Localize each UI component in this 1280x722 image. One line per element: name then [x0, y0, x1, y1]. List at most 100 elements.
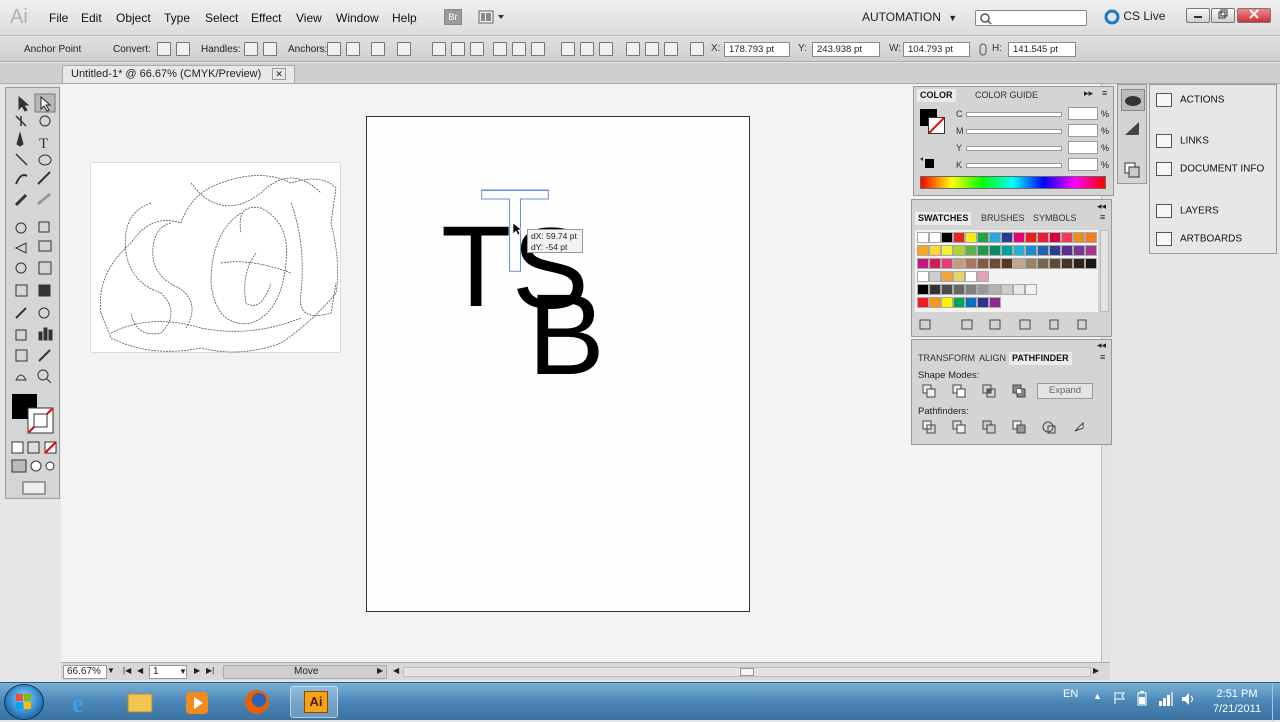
swatch[interactable] — [1049, 245, 1061, 256]
show-handles-icon[interactable] — [244, 42, 258, 56]
connect-anchor-icon[interactable] — [346, 42, 360, 56]
arrange-documents-button[interactable] — [478, 9, 508, 25]
swatch[interactable] — [1037, 245, 1049, 256]
swatch[interactable] — [953, 271, 965, 282]
swatch[interactable] — [953, 297, 965, 308]
trim-icon[interactable] — [952, 420, 966, 434]
swatch[interactable] — [929, 258, 941, 269]
remove-anchor-icon[interactable] — [327, 42, 341, 56]
workspace-switcher[interactable]: AUTOMATION ▼ — [862, 10, 957, 24]
expand-button[interactable]: Expand — [1037, 383, 1093, 399]
swatches-scrollbar[interactable] — [1100, 230, 1109, 312]
distribute-hcenter-icon[interactable] — [645, 42, 659, 56]
swatch[interactable] — [965, 232, 977, 243]
distribute-center-icon[interactable] — [580, 42, 594, 56]
swatch[interactable] — [941, 232, 953, 243]
c-slider[interactable] — [966, 112, 1062, 117]
swatch[interactable] — [1073, 258, 1085, 269]
swatches-footer-icons[interactable] — [918, 318, 1098, 332]
hide-handles-icon[interactable] — [263, 42, 277, 56]
swatch[interactable] — [977, 297, 989, 308]
swatch[interactable] — [941, 245, 953, 256]
swatch[interactable] — [929, 245, 941, 256]
swatch[interactable] — [1049, 232, 1061, 243]
swatch[interactable] — [965, 258, 977, 269]
chevron-down-icon[interactable]: ▼ — [107, 666, 115, 675]
start-button[interactable] — [4, 684, 44, 720]
menu-effect[interactable]: Effect — [251, 11, 281, 25]
swatch[interactable] — [941, 271, 953, 282]
chevron-down-icon[interactable]: ▼ — [179, 667, 187, 676]
search-input[interactable] — [975, 10, 1087, 26]
letter-t[interactable]: T — [441, 210, 511, 325]
swatch[interactable] — [929, 271, 941, 282]
align-middle-icon[interactable] — [512, 42, 526, 56]
tab-color-guide[interactable]: COLOR GUIDE — [972, 89, 1041, 102]
swatch[interactable] — [917, 258, 929, 269]
swatch[interactable] — [1037, 232, 1049, 243]
intersect-icon[interactable] — [982, 384, 996, 398]
swatch[interactable] — [1085, 258, 1097, 269]
swatch[interactable] — [989, 245, 1001, 256]
swatch[interactable] — [1001, 232, 1013, 243]
swatch[interactable] — [1013, 284, 1025, 295]
cut-path-icon[interactable] — [371, 42, 385, 56]
align-top-icon[interactable] — [493, 42, 507, 56]
scroll-thumb[interactable] — [740, 668, 754, 676]
panel-document-info[interactable]: DOCUMENT INFO — [1156, 162, 1264, 176]
swatch[interactable] — [1061, 232, 1073, 243]
placed-image-outline-art[interactable] — [90, 162, 341, 353]
swatch[interactable] — [1025, 232, 1037, 243]
swatch[interactable] — [989, 297, 1001, 308]
height-field[interactable]: 141.545 pt — [1008, 42, 1076, 57]
prev-artboard-icon[interactable]: ◀ — [137, 666, 143, 675]
align-right-icon[interactable] — [470, 42, 484, 56]
swatch[interactable] — [1025, 258, 1037, 269]
first-artboard-icon[interactable]: |◀ — [123, 666, 131, 675]
stroke-swatch[interactable] — [928, 117, 945, 134]
swatch[interactable] — [965, 245, 977, 256]
swatch[interactable] — [929, 232, 941, 243]
x-field[interactable]: 178.793 pt — [724, 42, 790, 57]
swatch[interactable] — [977, 245, 989, 256]
swatch[interactable] — [1049, 258, 1061, 269]
swatch[interactable] — [953, 258, 965, 269]
swatch[interactable] — [953, 232, 965, 243]
swatch[interactable] — [1085, 245, 1097, 256]
swatch[interactable] — [977, 284, 989, 295]
panel-links[interactable]: LINKS — [1156, 134, 1209, 148]
convert-corner-icon[interactable] — [157, 42, 171, 56]
swatch[interactable] — [1013, 232, 1025, 243]
minimize-button[interactable] — [1186, 8, 1210, 23]
file-explorer-icon[interactable] — [116, 686, 164, 718]
swatch[interactable] — [1001, 284, 1013, 295]
tab-pathfinder[interactable]: PATHFINDER — [1009, 352, 1072, 365]
swatch[interactable] — [1001, 258, 1013, 269]
distribute-top-icon[interactable] — [561, 42, 575, 56]
exclude-icon[interactable] — [1012, 384, 1026, 398]
swatch[interactable] — [953, 245, 965, 256]
k-field[interactable] — [1068, 158, 1098, 171]
transparency-icon[interactable] — [1121, 159, 1145, 181]
align-bottom-icon[interactable] — [531, 42, 545, 56]
y-field[interactable]: 243.938 pt — [812, 42, 880, 57]
swatch[interactable] — [1037, 258, 1049, 269]
action-center-flag-icon[interactable] — [1113, 691, 1127, 708]
swatch[interactable] — [917, 232, 929, 243]
tray-expand-icon[interactable]: ▲ — [1093, 691, 1102, 701]
align-left-icon[interactable] — [432, 42, 446, 56]
merge-icon[interactable] — [982, 420, 996, 434]
scroll-right-icon[interactable]: ▶ — [1093, 666, 1099, 675]
swatch[interactable] — [977, 232, 989, 243]
swatch[interactable] — [1073, 232, 1085, 243]
status-menu-arrow-icon[interactable]: ▶ — [377, 666, 383, 675]
swatch[interactable] — [1085, 232, 1097, 243]
firefox-icon[interactable] — [233, 686, 281, 718]
swatch[interactable] — [965, 297, 977, 308]
show-desktop-button[interactable] — [1272, 683, 1280, 721]
zoom-field[interactable]: 66.67% — [63, 665, 107, 679]
isolate-icon[interactable] — [397, 42, 411, 56]
tab-color[interactable]: COLOR — [917, 89, 956, 102]
panel-layers[interactable]: LAYERS — [1156, 204, 1219, 218]
tab-brushes[interactable]: BRUSHES — [978, 212, 1028, 225]
